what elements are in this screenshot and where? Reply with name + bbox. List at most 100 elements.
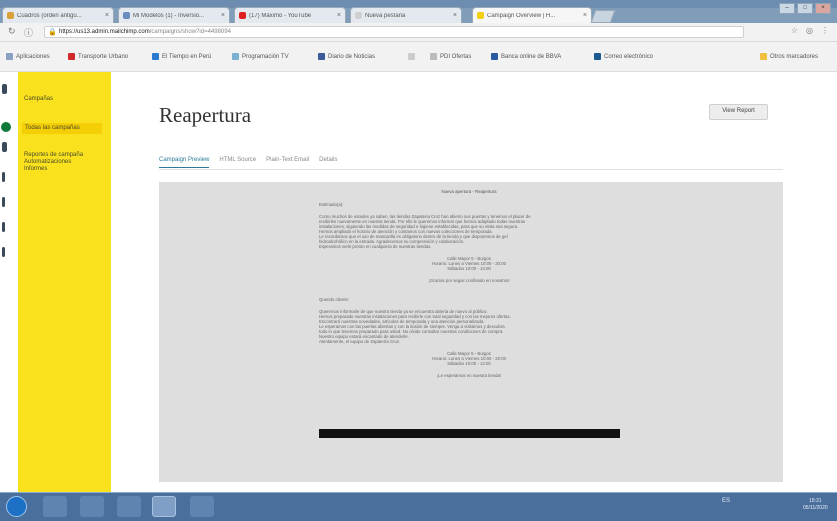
bookmark-icon: [318, 53, 325, 60]
edge-marker: [2, 142, 7, 152]
bookmark-item[interactable]: Aplicaciones: [6, 53, 50, 60]
bookmark-item[interactable]: Diario de Noticias: [318, 53, 375, 60]
sidebar-item-automations[interactable]: Automatizaciones: [24, 159, 71, 165]
address-bar-row: ↻ ⓘ 🔒 https://us13.admin.mailchimp.com/c…: [0, 23, 837, 42]
bookmark-star-icon[interactable]: ☆: [791, 26, 798, 35]
tab-plain-text[interactable]: Plain-Text Email: [266, 157, 309, 168]
file-explorer-icon[interactable]: [80, 496, 104, 517]
bookmark-item[interactable]: Otros marcadores: [760, 53, 818, 60]
tab-html-source[interactable]: HTML Source: [219, 157, 256, 168]
folder-icon[interactable]: [190, 496, 214, 517]
browser-tab-4[interactable]: Nueva pestaña ×: [350, 7, 462, 23]
menu-icon[interactable]: ⋮: [821, 26, 829, 35]
clock-time: 18:31: [809, 498, 822, 504]
sidebar-item-campaign-reports[interactable]: Reportes de campaña: [24, 152, 83, 158]
folder-icon: [760, 53, 767, 60]
email-heading: Nueva apertura - Reapertura: [441, 189, 497, 194]
url-input[interactable]: 🔒 https://us13.admin.mailchimp.com/campa…: [44, 26, 744, 38]
tab-label: (17) Máximo - YouTube: [249, 12, 312, 19]
tab-favicon-icon: [7, 12, 14, 19]
browser-tab-2[interactable]: Mi Modelos (1) - Inversio... ×: [118, 7, 230, 23]
view-report-button[interactable]: View Report: [709, 104, 768, 120]
tab-label: Campaign Overview | H...: [487, 12, 556, 19]
sidebar-item-campaigns[interactable]: Campañas: [24, 96, 53, 102]
bookmark-label: Correo electrónico: [604, 53, 654, 60]
mail-icon: [594, 53, 601, 60]
youtube-icon: [239, 12, 246, 19]
bookmark-item[interactable]: [408, 53, 418, 60]
close-icon[interactable]: ×: [337, 12, 341, 19]
minimize-button[interactable]: –: [779, 3, 795, 14]
reload-icon[interactable]: ↻: [8, 26, 16, 37]
tabs-divider: [159, 169, 783, 170]
page-icon: [408, 53, 415, 60]
sidebar-item-reports[interactable]: Informes: [24, 166, 47, 172]
windows-start-icon[interactable]: [6, 496, 27, 517]
edge-marker: [2, 247, 5, 257]
tab-details[interactable]: Details: [319, 157, 337, 168]
tab-campaign-preview[interactable]: Campaign Preview: [159, 157, 210, 168]
edge-marker: [2, 84, 7, 94]
edge-marker: [2, 222, 5, 232]
close-window-button[interactable]: ×: [815, 3, 831, 14]
browser-tab-1[interactable]: Cuadros (orden antigu... ×: [2, 7, 114, 23]
address-actions: ☆ ◎ ⋮: [791, 26, 829, 35]
bookmark-label: PDI Ofertas: [440, 53, 472, 60]
clock-date: 05/11/2020: [803, 505, 828, 511]
ie-icon[interactable]: [43, 496, 67, 517]
extension-icon[interactable]: ◎: [806, 26, 813, 35]
close-icon[interactable]: ×: [583, 12, 587, 19]
tab-favicon-icon: [355, 12, 362, 19]
bookmark-label: El Tiempo en Perú: [162, 53, 212, 60]
bookmark-label: Diario de Noticias: [328, 53, 376, 60]
chrome-icon[interactable]: [152, 496, 176, 517]
page-title: Reapertura: [159, 103, 252, 127]
url-host: https://us13.admin.mailchimp.com: [59, 29, 150, 35]
email-note: ¡Le esperamos en nuestra tienda!: [436, 373, 502, 378]
email-footer-bar: [319, 429, 620, 438]
close-icon[interactable]: ×: [453, 12, 457, 19]
apps-icon: [6, 53, 13, 60]
email-body: Nueva apertura - Reapertura Estimado(a):…: [319, 189, 619, 378]
tab-label: Mi Modelos (1) - Inversio...: [133, 12, 205, 19]
bookmark-label: Programación TV: [242, 53, 289, 60]
page-icon: [430, 53, 437, 60]
taskbar-highlight: [0, 492, 837, 493]
bookmark-icon: [68, 53, 75, 60]
bookmark-item[interactable]: El Tiempo en Perú: [152, 53, 211, 60]
tab-label: Cuadros (orden antigu...: [17, 12, 82, 19]
window-controls: – □ ×: [779, 3, 831, 14]
tab-favicon-icon: [123, 12, 130, 19]
bookmark-item[interactable]: Programación TV: [232, 53, 289, 60]
bookmark-label: Otros marcadores: [770, 53, 819, 60]
status-dot-icon: [1, 122, 11, 132]
bank-icon: [491, 53, 498, 60]
maximize-button[interactable]: □: [797, 3, 813, 14]
sidebar: Campañas Todas las campañas Reportes de …: [18, 72, 111, 492]
bookmark-item[interactable]: PDI Ofertas: [430, 53, 471, 60]
edge-marker: [2, 197, 5, 207]
browser-tab-3[interactable]: (17) Máximo - YouTube ×: [234, 7, 346, 23]
bookmark-icon: [232, 53, 239, 60]
bookmark-item[interactable]: Correo electrónico: [594, 53, 653, 60]
left-edge-panel: [0, 72, 18, 492]
mailchimp-icon: [477, 12, 484, 19]
lock-icon: 🔒: [48, 29, 57, 36]
bookmark-item[interactable]: Banca online de BBVA: [491, 53, 561, 60]
edge-marker: [2, 172, 5, 182]
bookmark-label: Banca online de BBVA: [501, 53, 562, 60]
bookmark-icon: [152, 53, 159, 60]
tray-language[interactable]: ES: [722, 498, 730, 504]
new-tab-button[interactable]: [590, 10, 616, 23]
media-player-icon[interactable]: [117, 496, 141, 517]
browser-tab-5-active[interactable]: Campaign Overview | H... ×: [472, 7, 592, 23]
close-icon[interactable]: ×: [105, 12, 109, 19]
browser-tab-bar: Cuadros (orden antigu... × Mi Modelos (1…: [0, 0, 837, 23]
url-path: /campaigns/show?id=4498094: [149, 29, 231, 35]
email-preview: Nueva apertura - Reapertura Estimado(a):…: [159, 182, 783, 482]
taskbar-clock[interactable]: 18:31 05/11/2020: [803, 498, 828, 512]
close-icon[interactable]: ×: [221, 12, 225, 19]
sidebar-item-all-campaigns[interactable]: Todas las campañas: [22, 123, 102, 134]
info-icon[interactable]: ⓘ: [24, 26, 33, 39]
bookmark-item[interactable]: Transporte Urbano: [68, 53, 128, 60]
